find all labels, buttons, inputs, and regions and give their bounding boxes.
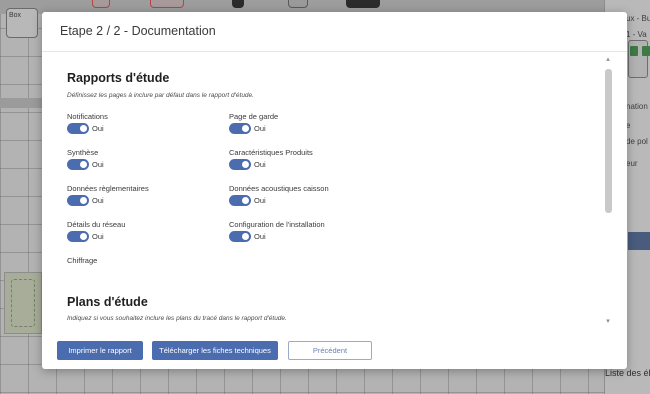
option-label-chiffrage: Chiffrage [67,256,98,265]
toggle-donnees-reglementaires[interactable]: Oui [67,195,104,206]
toggle-value: Oui [92,232,104,241]
toggle-value: Oui [92,160,104,169]
toggle-knob [242,233,249,240]
toggle-switch[interactable] [67,123,89,134]
toggle-knob [80,197,87,204]
toggle-value: Oui [92,124,104,133]
background-tool-icon [346,0,380,8]
dialog-footer: Imprimer le rapport Télécharger les fich… [42,334,627,369]
toggle-knob [80,125,87,132]
toggle-switch[interactable] [229,159,251,170]
toggle-knob [80,161,87,168]
option-label-donnees-reglementaires: Données règlementaires [67,184,149,193]
toggle-switch[interactable] [229,123,251,134]
background-green-badge [642,46,650,56]
toggle-details-reseau[interactable]: Oui [67,231,104,242]
toggle-knob [242,161,249,168]
toggle-synthese[interactable]: Oui [67,159,104,170]
toggle-knob [242,125,249,132]
background-right-item: nation [626,102,648,111]
option-label-caracteristiques-produits: Caractéristiques Produits [229,148,313,157]
background-left-band [0,98,42,108]
previous-button[interactable]: Précédent [288,341,372,360]
toggle-switch[interactable] [67,231,89,242]
scroll-up-arrow-icon[interactable]: ▴ [602,55,614,65]
background-tool-icon [232,0,244,8]
option-label-configuration-installation: Configuration de l'installation [229,220,325,229]
background-green-badge [630,46,638,56]
dialog-scrollbar[interactable]: ▴ ▾ [602,55,614,327]
toggle-switch[interactable] [229,231,251,242]
background-map-thumbnail [4,272,42,334]
background-tool-icon [150,0,184,8]
toggle-value: Oui [92,196,104,205]
download-datasheets-button[interactable]: Télécharger les fiches techniques [152,341,278,360]
toggle-value: Oui [254,160,266,169]
plans-section-title: Plans d'étude [67,295,148,309]
toggle-switch[interactable] [229,195,251,206]
dialog-header: Etape 2 / 2 - Documentation [42,12,627,52]
documentation-dialog: Etape 2 / 2 - Documentation Rapports d'é… [42,12,627,369]
background-tool-icon [92,0,110,8]
toggle-notifications[interactable]: Oui [67,123,104,134]
option-label-details-reseau: Détails du réseau [67,220,126,229]
background-left-tab-label: Box [9,12,22,19]
rapports-section-description: Définissez les pages à inclure par défau… [67,92,254,99]
option-label-donnees-acoustiques: Données acoustiques caisson [229,184,329,193]
toggle-caracteristiques-produits[interactable]: Oui [229,159,266,170]
background-blue-block [628,232,650,250]
plans-section-description: Indiquez si vous souhaitez inclure les p… [67,315,287,322]
option-label-page-de-garde: Page de garde [229,112,279,121]
background-right-header: ux - Bu [626,14,650,23]
background-list-label: Liste des élé [605,368,650,378]
rapports-section-title: Rapports d'étude [67,71,170,85]
dialog-body[interactable]: Rapports d'étude Définissez les pages à … [42,53,627,333]
background-right-sub: 1 - Va [626,30,647,39]
background-right-item: eur [626,159,638,168]
toggle-switch[interactable] [67,159,89,170]
scroll-thumb[interactable] [605,69,612,213]
toggle-knob [80,233,87,240]
option-label-synthese: Synthèse [67,148,99,157]
background-tool-icon [288,0,308,8]
print-report-button[interactable]: Imprimer le rapport [57,341,143,360]
option-label-notifications: Notifications [67,112,108,121]
toggle-knob [242,197,249,204]
toggle-value: Oui [254,196,266,205]
dialog-title: Etape 2 / 2 - Documentation [60,24,216,38]
background-left-tab: Box [6,8,38,38]
scroll-down-arrow-icon[interactable]: ▾ [602,317,614,327]
toggle-value: Oui [254,124,266,133]
background-right-item: de pol [626,137,648,146]
toggle-value: Oui [254,232,266,241]
toggle-donnees-acoustiques[interactable]: Oui [229,195,266,206]
toggle-page-de-garde[interactable]: Oui [229,123,266,134]
toggle-switch[interactable] [67,195,89,206]
toggle-configuration-installation[interactable]: Oui [229,231,266,242]
